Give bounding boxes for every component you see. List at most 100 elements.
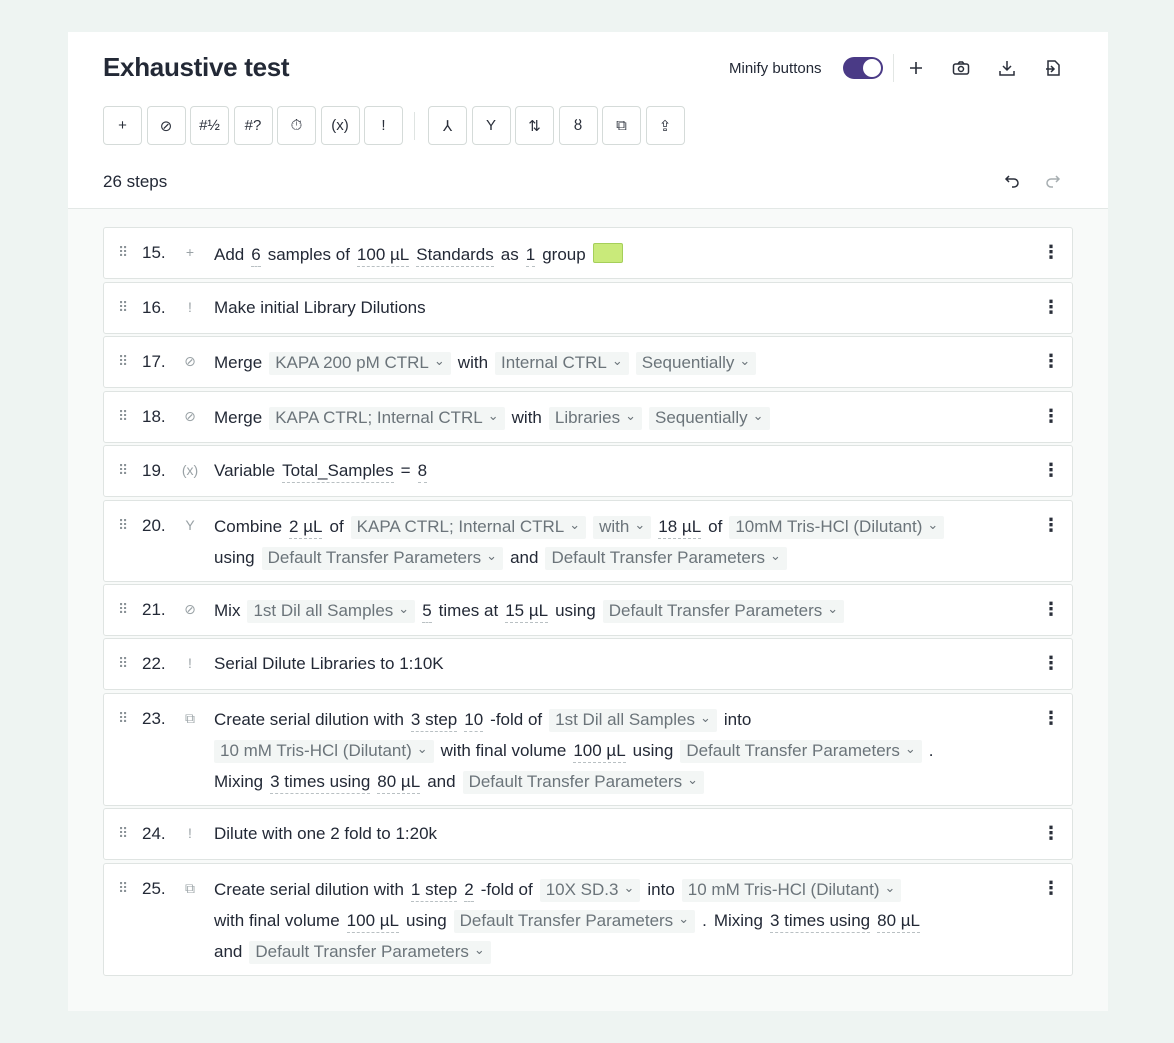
more-options-icon[interactable]: ⋮ — [1042, 351, 1060, 372]
parameter-dropdown[interactable]: Default Transfer Parameters — [462, 771, 704, 794]
editable-value[interactable]: 15 µL — [505, 601, 549, 623]
drag-handle-icon[interactable]: ⠿ — [118, 517, 130, 533]
editable-value[interactable]: Standards — [416, 245, 494, 267]
editable-value[interactable]: 18 µL — [658, 517, 702, 539]
undo-icon[interactable] — [1001, 170, 1023, 192]
sort-icon[interactable]: ⇅ — [515, 106, 554, 145]
step-number: 15. — [142, 243, 166, 262]
number-icon[interactable]: #½ — [190, 106, 229, 145]
parameter-dropdown[interactable]: Default Transfer Parameters — [453, 910, 696, 933]
step-row[interactable]: ⠿ 25. ⧉ Create serial dilution with 1 step 2-… — [103, 863, 1073, 976]
editable-value[interactable]: 100 µL — [346, 911, 400, 933]
parameter-dropdown[interactable]: Libraries — [548, 407, 642, 430]
more-options-icon[interactable]: ⋮ — [1042, 515, 1060, 536]
drag-handle-icon[interactable]: ⠿ — [118, 825, 130, 841]
camera-icon[interactable] — [949, 56, 973, 80]
step-number: 18. — [142, 407, 166, 426]
drag-handle-icon[interactable]: ⠿ — [118, 408, 130, 424]
parameter-dropdown[interactable]: 10 mM Tris-HCl (Dilutant) — [214, 740, 434, 763]
parameter-dropdown[interactable]: 1st Dil all Samples — [549, 709, 717, 732]
download-icon[interactable] — [995, 56, 1019, 80]
editable-value[interactable]: 100 µL — [356, 245, 410, 267]
split-icon[interactable]: ⅄ — [428, 106, 467, 145]
parameter-dropdown[interactable]: Sequentially — [635, 352, 757, 375]
parameter-dropdown[interactable]: Default Transfer Parameters — [680, 740, 922, 763]
merge-icon[interactable]: ⊘ — [146, 106, 186, 145]
step-row[interactable]: ⠿ 24.! Dilute with one 2 fold to 1:20k ⋮ — [103, 808, 1073, 860]
step-line: Merge KAPA 200 pM CTRL with Internal CTRL Se… — [214, 352, 763, 375]
more-options-icon[interactable]: ⋮ — [1042, 297, 1060, 318]
step-row[interactable]: ⠿ 20. Y Combine 2 µL of KAPA CTRL; Internal CT… — [103, 500, 1073, 582]
more-options-icon[interactable]: ⋮ — [1042, 708, 1060, 729]
step-row[interactable]: ⠿ 23. ⧉ Create serial dilution with 3 step 10… — [103, 693, 1073, 806]
export-icon[interactable] — [1041, 56, 1065, 80]
step-row[interactable]: ⠿ 22.! Serial Dilute Libraries to 1:10K ⋮ — [103, 638, 1073, 690]
more-options-icon[interactable]: ⋮ — [1042, 406, 1060, 427]
step-row[interactable]: ⠿ 18. ⊘ Merge KAPA CTRL; Internal CTRL with Li… — [103, 391, 1073, 443]
editable-value[interactable]: 10 — [464, 710, 484, 732]
drag-handle-icon[interactable]: ⠿ — [118, 601, 130, 617]
variable-icon[interactable]: (x) — [320, 106, 360, 145]
parameter-dropdown[interactable]: Internal CTRL — [495, 352, 629, 375]
drag-handle-icon[interactable]: ⠿ — [118, 710, 130, 726]
more-options-icon[interactable]: ⋮ — [1042, 653, 1060, 674]
plus-icon[interactable] — [904, 56, 928, 80]
parameter-dropdown[interactable]: Default Transfer Parameters — [249, 941, 491, 964]
step-text: Mix — [214, 601, 241, 620]
minify-buttons-toggle[interactable] — [843, 57, 883, 79]
editable-value[interactable]: Total_Samples — [282, 461, 394, 483]
editable-value[interactable]: 1 — [525, 245, 536, 267]
more-options-icon[interactable]: ⋮ — [1042, 878, 1060, 899]
editable-value[interactable]: 2 µL — [289, 517, 323, 539]
timer-icon[interactable]: ⏱ — [277, 106, 316, 145]
parameter-dropdown[interactable]: 10 mM Tris-HCl (Dilutant) — [681, 879, 902, 902]
editable-value[interactable]: 6 — [251, 245, 261, 267]
redo-icon[interactable] — [1042, 170, 1064, 192]
step-row[interactable]: ⠿ 19. (x) Variable Total_Samples = 8 ⋮ — [103, 445, 1073, 497]
editable-value[interactable]: 3 times using — [769, 911, 871, 933]
combine-icon[interactable]: Y — [471, 106, 511, 145]
more-options-icon[interactable]: ⋮ — [1042, 460, 1060, 481]
drag-handle-icon[interactable]: ⠿ — [118, 655, 130, 671]
editable-value[interactable]: 100 µL — [573, 741, 626, 763]
parameter-dropdown[interactable]: KAPA 200 pM CTRL — [269, 352, 451, 375]
step-row[interactable]: ⠿ 21. ⊘ Mix 1st Dil all Samples 5 times at 15 µ… — [103, 584, 1073, 636]
drag-handle-icon[interactable]: ⠿ — [118, 462, 130, 478]
parameter-dropdown[interactable]: 10mM Tris-HCl (Dilutant) — [729, 516, 945, 539]
serial-dilution-icon[interactable]: ⧉ — [602, 106, 641, 145]
editable-value[interactable]: 3 times using — [270, 772, 371, 794]
number-query-icon[interactable]: #? — [233, 106, 273, 145]
more-options-icon[interactable]: ⋮ — [1042, 823, 1060, 844]
editable-value[interactable]: 80 µL — [877, 911, 921, 933]
editable-value[interactable]: 80 µL — [377, 772, 421, 794]
mix-icon[interactable]: ȣ — [558, 106, 598, 145]
drag-handle-icon[interactable]: ⠿ — [118, 880, 130, 896]
parameter-dropdown[interactable]: Default Transfer Parameters — [602, 600, 845, 623]
group-color-swatch[interactable] — [592, 243, 623, 263]
parameter-dropdown[interactable]: with — [593, 516, 652, 539]
step-row[interactable]: ⠿ 15. + Add 6 samples of 100 µL Standards as 1 gro… — [103, 227, 1073, 279]
editable-value[interactable]: 8 — [417, 461, 428, 483]
more-options-icon[interactable]: ⋮ — [1042, 599, 1060, 620]
variable-icon: (x) — [181, 462, 199, 478]
parameter-dropdown[interactable]: 10X SD.3 — [539, 879, 641, 902]
editable-value[interactable]: 5 — [422, 601, 432, 623]
parameter-dropdown[interactable]: 1st Dil all Samples — [247, 600, 416, 623]
parameter-dropdown[interactable]: Sequentially — [648, 407, 770, 430]
add-step-icon[interactable]: + — [103, 106, 142, 145]
parameter-dropdown[interactable]: KAPA CTRL; Internal CTRL — [269, 407, 505, 430]
step-row[interactable]: ⠿ 16.! Make initial Library Dilutions ⋮ — [103, 282, 1073, 334]
drag-handle-icon[interactable]: ⠿ — [118, 299, 130, 315]
drag-handle-icon[interactable]: ⠿ — [118, 353, 130, 369]
dispense-icon[interactable]: ⇪ — [645, 106, 685, 145]
editable-value[interactable]: 2 — [464, 880, 474, 902]
parameter-dropdown[interactable]: Default Transfer Parameters — [261, 547, 504, 570]
editable-value[interactable]: 1 step — [410, 880, 458, 902]
more-options-icon[interactable]: ⋮ — [1042, 242, 1060, 263]
parameter-dropdown[interactable]: Default Transfer Parameters — [545, 547, 787, 570]
parameter-dropdown[interactable]: KAPA CTRL; Internal CTRL — [350, 516, 587, 539]
step-row[interactable]: ⠿ 17. ⊘ Merge KAPA 200 pM CTRL with Internal C… — [103, 336, 1073, 388]
drag-handle-icon[interactable]: ⠿ — [118, 244, 130, 260]
editable-value[interactable]: 3 step — [410, 710, 458, 732]
note-icon[interactable]: ! — [364, 106, 403, 145]
